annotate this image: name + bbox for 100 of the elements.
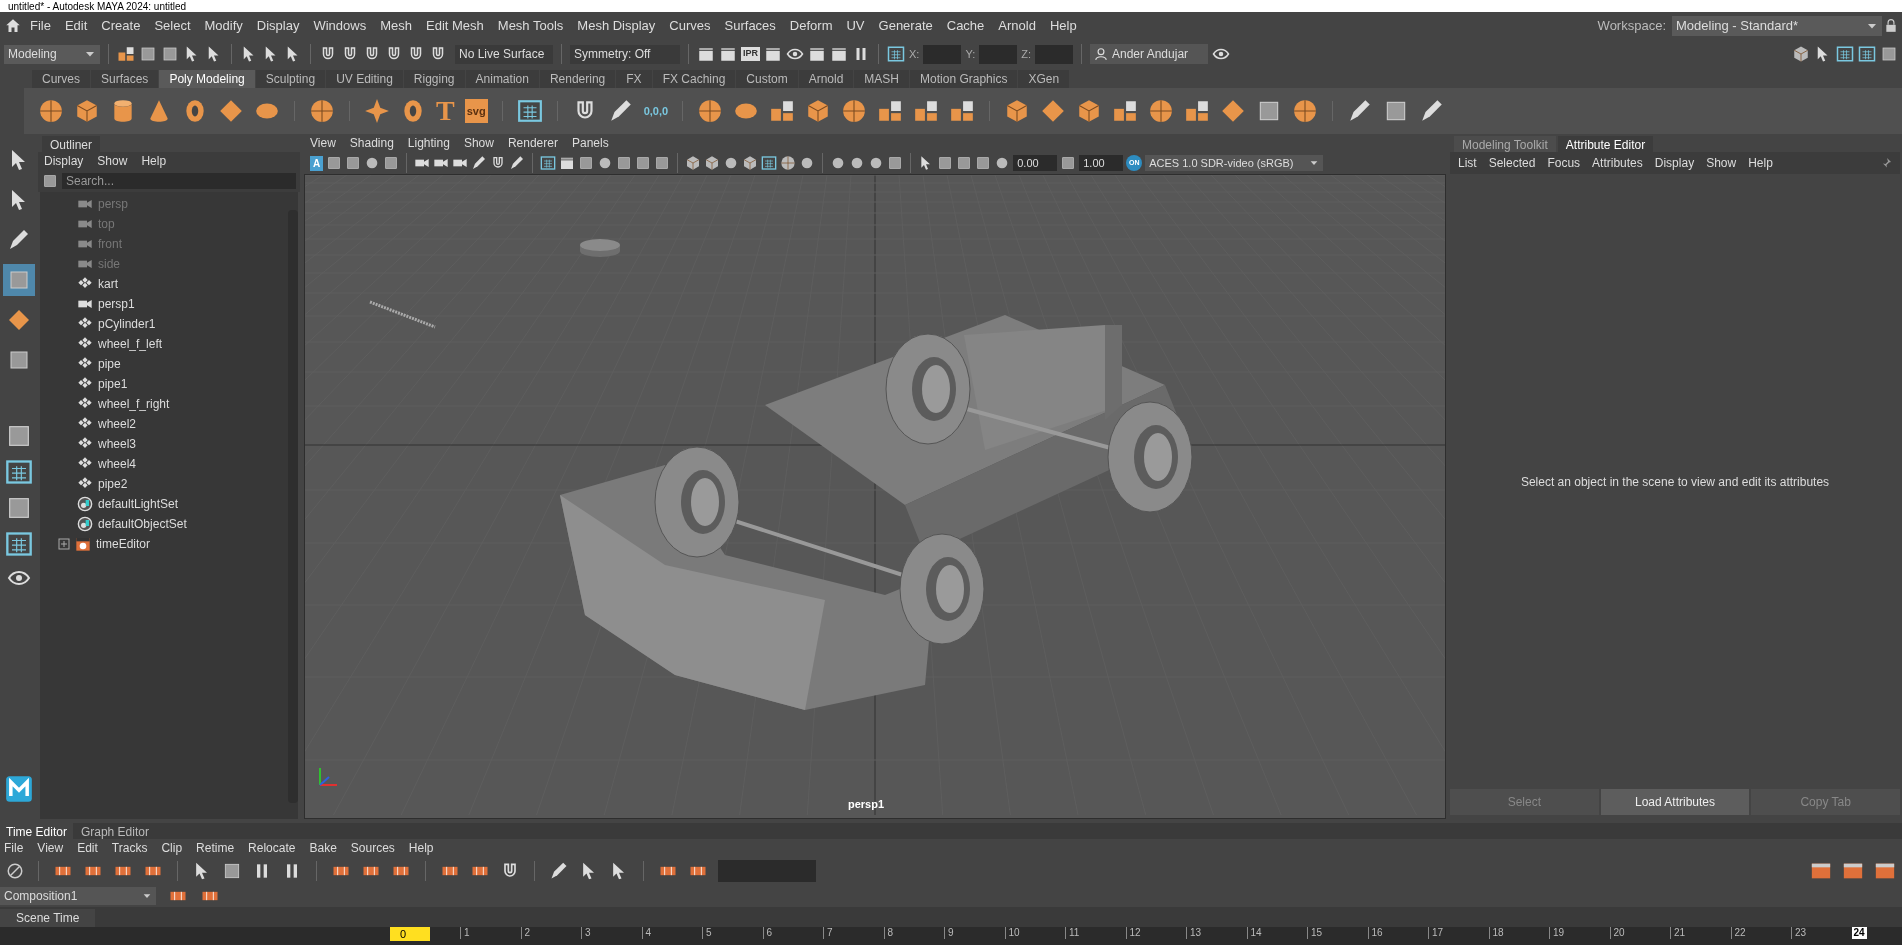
square-icon[interactable] <box>42 173 58 189</box>
shelf-tab[interactable]: Curves <box>32 70 90 88</box>
square-icon[interactable] <box>635 155 652 171</box>
cube-icon[interactable] <box>742 155 759 171</box>
viewport-menu[interactable]: Panels <box>571 134 609 152</box>
panel-button[interactable]: Load Attributes <box>1600 789 1750 815</box>
coordinate-field[interactable] <box>1035 44 1073 64</box>
home-icon[interactable] <box>4 17 22 35</box>
clapper-icon[interactable] <box>719 45 737 63</box>
outliner-item[interactable]: wheel_f_right <box>98 395 170 413</box>
outliner-item[interactable]: pipe <box>98 355 121 373</box>
caret-icon[interactable] <box>142 891 152 901</box>
blocks-icon[interactable] <box>1184 98 1211 124</box>
grid-icon[interactable] <box>1858 45 1876 63</box>
clapper-icon[interactable] <box>697 45 715 63</box>
shelf-tab[interactable]: Arnold <box>798 70 854 88</box>
outliner-item[interactable]: persp1 <box>98 295 135 313</box>
shelf-tab[interactable]: Custom <box>736 70 798 88</box>
cube-icon[interactable] <box>74 98 100 124</box>
outliner-menu[interactable]: Help <box>141 152 167 170</box>
shelf-tab[interactable]: MASH <box>854 70 910 88</box>
square-icon[interactable] <box>578 155 595 171</box>
viewport-menu[interactable]: View <box>310 134 336 152</box>
sphere-icon[interactable] <box>1292 98 1319 124</box>
menu-item[interactable]: Edit Mesh <box>420 16 490 36</box>
outliner-item[interactable]: wheel2 <box>98 415 137 433</box>
grid-icon[interactable] <box>516 98 543 124</box>
outliner-item[interactable]: wheel_f_left <box>98 335 163 353</box>
pen-icon[interactable] <box>509 155 526 171</box>
menu-item[interactable]: Bake <box>309 839 337 857</box>
square-icon[interactable] <box>956 155 973 171</box>
composition-dropdown[interactable]: Composition1 <box>0 887 156 905</box>
menu-item[interactable]: Select <box>148 16 197 36</box>
viewport-menu[interactable]: Renderer <box>507 134 558 152</box>
menu-item[interactable]: Curves <box>663 16 717 36</box>
blocks-icon[interactable] <box>769 98 796 124</box>
snap-origin-button[interactable]: 0,0,0 <box>643 102 669 120</box>
viewport-menu[interactable]: Lighting <box>407 134 450 152</box>
blocks-icon[interactable] <box>877 98 904 124</box>
square-icon[interactable] <box>654 155 671 171</box>
outliner-item[interactable]: wheel4 <box>98 455 137 473</box>
clapper-icon[interactable] <box>559 155 576 171</box>
attribute-menu[interactable]: Help <box>1748 154 1773 172</box>
square-icon[interactable] <box>616 155 633 171</box>
ipr-render-button[interactable]: IPR <box>741 47 760 61</box>
expand-icon[interactable] <box>58 538 70 550</box>
shelf-tab[interactable]: Motion Graphics <box>910 70 1018 88</box>
blocks-icon[interactable] <box>913 98 940 124</box>
outliner-menu[interactable]: Show <box>97 152 128 170</box>
outliner-item[interactable]: kart <box>98 275 118 293</box>
clapper-icon[interactable] <box>764 45 782 63</box>
kart-model-drawing[interactable] <box>560 315 1193 710</box>
menu-item[interactable]: Relocate <box>248 839 296 857</box>
viewport-3d[interactable]: persp1 <box>304 174 1446 819</box>
menu-item[interactable]: Modify <box>198 16 249 36</box>
outliner-item[interactable]: defaultObjectSet <box>98 515 187 533</box>
menu-item[interactable]: Edit <box>77 839 98 857</box>
attribute-menu[interactable]: Focus <box>1547 154 1581 172</box>
menu-item[interactable]: View <box>37 839 64 857</box>
viewport-menu[interactable]: Shading <box>349 134 394 152</box>
menu-item[interactable]: Clip <box>161 839 183 857</box>
coordinate-field[interactable] <box>923 44 962 64</box>
scene-time-tab[interactable]: Scene Time <box>0 909 96 927</box>
menu-item[interactable]: Arnold <box>992 16 1042 36</box>
shelf-tab[interactable]: Sculpting <box>255 70 326 88</box>
gamma-field[interactable]: 1.00 <box>1079 155 1124 171</box>
clapper-icon[interactable] <box>830 45 848 63</box>
symmetry-dropdown[interactable]: Symmetry: Off <box>570 44 680 64</box>
user-account-dropdown[interactable]: Ander Andujar <box>1090 44 1208 64</box>
blocks-icon[interactable] <box>949 98 976 124</box>
menu-item[interactable]: Deform <box>783 16 839 36</box>
square-icon[interactable] <box>326 155 343 171</box>
cube-icon[interactable] <box>704 155 721 171</box>
shelf-tab[interactable]: Rendering <box>539 70 616 88</box>
attribute-menu[interactable]: Show <box>1706 154 1737 172</box>
time-field[interactable] <box>718 860 816 882</box>
panel-tab[interactable]: Attribute Editor <box>1557 136 1654 152</box>
live-surface-field[interactable]: No Live Surface <box>455 44 553 64</box>
outliner-item[interactable]: wheel3 <box>98 435 137 453</box>
exposure-field[interactable]: 0.00 <box>1013 155 1058 171</box>
square-icon[interactable] <box>161 45 179 63</box>
outliner-tab[interactable]: Outliner <box>42 136 101 152</box>
coordinate-field[interactable] <box>979 44 1018 64</box>
pen-icon[interactable] <box>471 155 488 171</box>
star-icon[interactable] <box>364 98 390 124</box>
menu-item[interactable]: Retime <box>196 839 235 857</box>
grid-icon[interactable] <box>5 458 33 486</box>
blocks-icon[interactable] <box>1112 98 1139 124</box>
sphere-icon[interactable] <box>780 155 797 171</box>
shelf-tab[interactable]: Animation <box>465 70 539 88</box>
svg-tool-button[interactable]: svg <box>464 98 488 124</box>
cube-icon[interactable] <box>685 155 702 171</box>
grid-icon[interactable] <box>887 45 905 63</box>
sphere-icon[interactable] <box>697 98 724 124</box>
grid-icon[interactable] <box>540 155 557 171</box>
menu-item[interactable]: UV <box>840 16 871 36</box>
mode-dropdown[interactable]: Modeling <box>4 44 100 64</box>
outliner-menu[interactable]: Display <box>44 152 84 170</box>
outliner-item[interactable]: defaultLightSet <box>98 495 179 513</box>
outliner-item[interactable]: pipe1 <box>98 375 128 393</box>
